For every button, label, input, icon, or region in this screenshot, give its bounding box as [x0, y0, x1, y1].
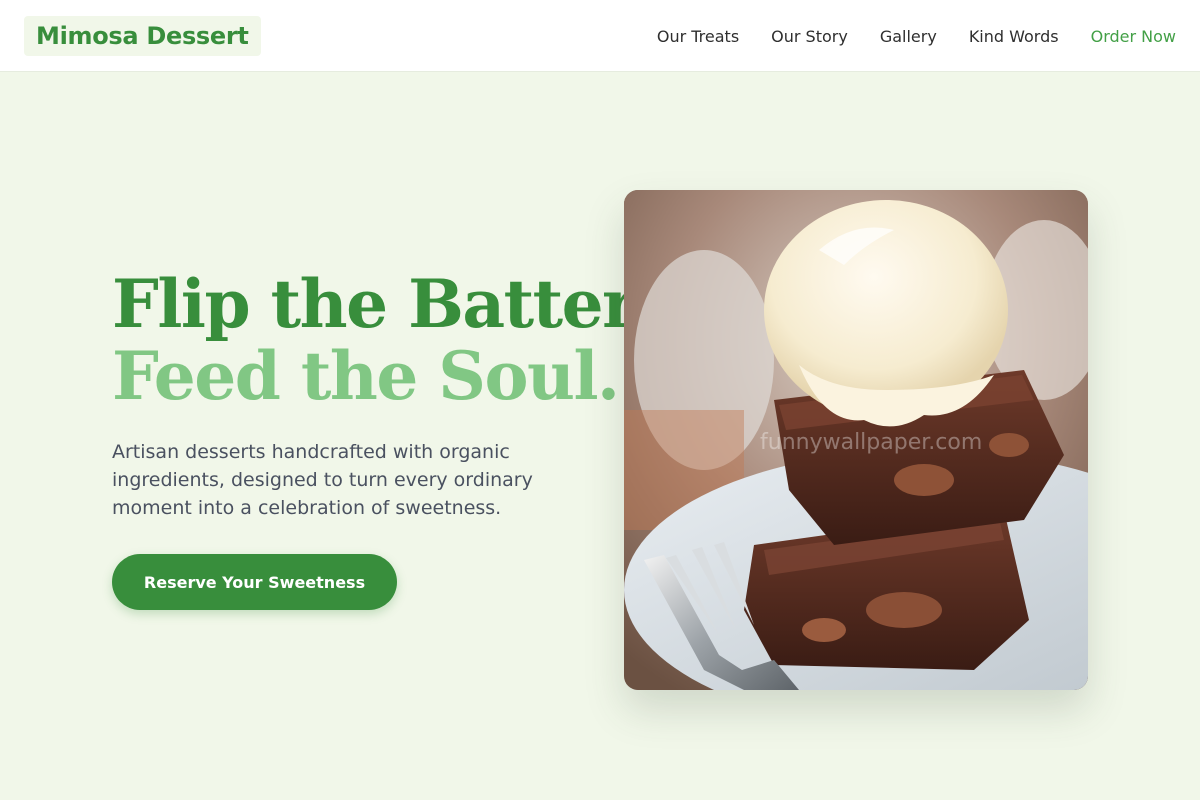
- hero-dessert-image: funnywallpaper.com: [624, 190, 1088, 690]
- brownie-with-ice-cream-photo: funnywallpaper.com: [624, 190, 1088, 690]
- nav-link-our-treats[interactable]: Our Treats: [657, 27, 739, 46]
- hero-subtext: Artisan desserts handcrafted with organi…: [112, 441, 533, 519]
- image-watermark: funnywallpaper.com: [760, 430, 982, 455]
- main-nav: Our Treats Our Story Gallery Kind Words …: [657, 0, 1176, 72]
- brand-logo[interactable]: Mimosa Dessert: [24, 16, 261, 56]
- hero-text: Flip the Batter, Feed the Soul. Artisan …: [112, 265, 654, 522]
- reserve-button[interactable]: Reserve Your Sweetness: [112, 554, 397, 610]
- hero-headline-line2: Feed the Soul.: [112, 337, 620, 415]
- hero-headline: Flip the Batter, Feed the Soul.: [112, 265, 654, 415]
- top-navbar: Mimosa Dessert Our Treats Our Story Gall…: [0, 0, 1200, 72]
- nav-link-our-story[interactable]: Our Story: [771, 27, 848, 46]
- nav-link-kind-words[interactable]: Kind Words: [969, 27, 1059, 46]
- hero-headline-line1: Flip the Batter,: [112, 265, 654, 343]
- nav-link-order-now[interactable]: Order Now: [1091, 27, 1176, 46]
- nav-link-gallery[interactable]: Gallery: [880, 27, 937, 46]
